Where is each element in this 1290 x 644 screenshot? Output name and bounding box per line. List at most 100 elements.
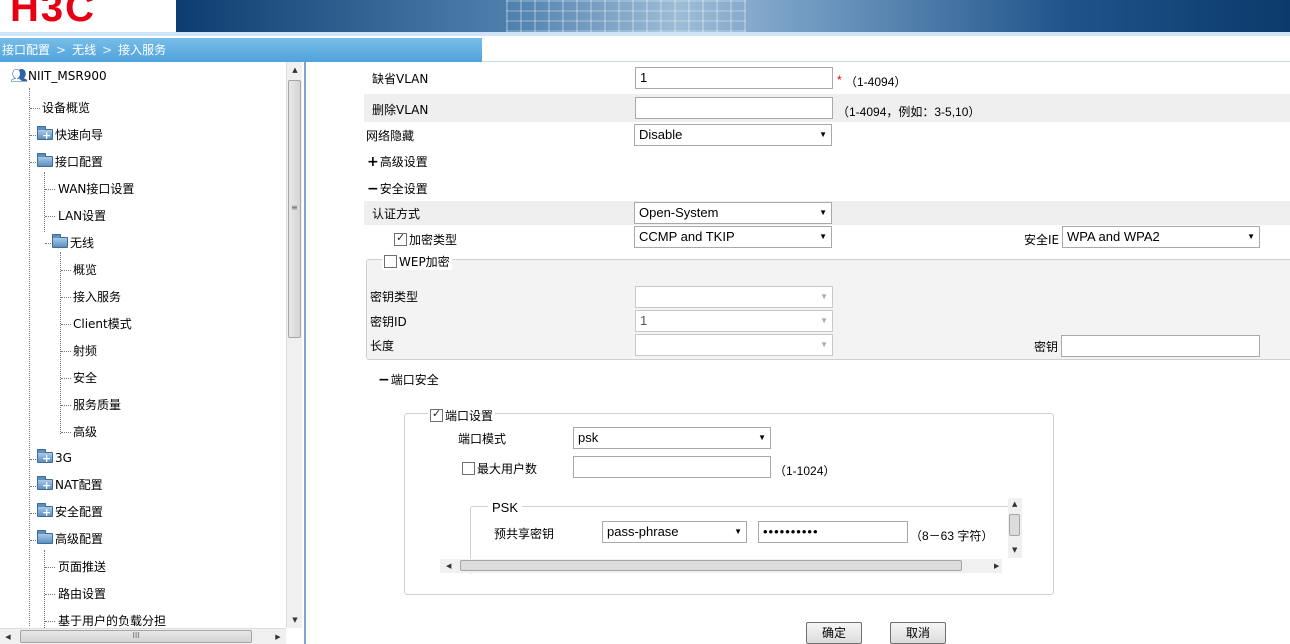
chevron-down-icon: ▼	[819, 208, 827, 217]
tree-item-access-service[interactable]: 接入服务	[73, 287, 121, 307]
scroll-up-icon[interactable]: ▲	[1012, 500, 1017, 508]
breadcrumb-item-interface[interactable]: 接口配置	[2, 43, 50, 57]
tree-item-label: WAN接口设置	[58, 182, 135, 196]
tree-item-label: 射频	[73, 344, 98, 358]
scroll-thumb[interactable]	[460, 560, 962, 571]
tree-item-radio[interactable]: 射频	[73, 341, 97, 361]
ok-button[interactable]: 确定	[806, 622, 862, 644]
psk-format-value: pass-phrase	[607, 524, 679, 539]
required-mark: *	[837, 73, 842, 87]
tree-item-security[interactable]: 安全	[73, 368, 97, 388]
scroll-left-icon[interactable]: ◀	[0, 629, 16, 644]
security-settings-toggle[interactable]: −安全设置	[367, 180, 428, 197]
row-delete-vlan: 删除VLAN （1-4094，例如：3-5,10）	[364, 94, 1290, 122]
tree-item-label: 接口配置	[55, 155, 104, 169]
breadcrumb-separator: >	[102, 43, 113, 57]
psk-format-select[interactable]: pass-phrase ▼	[602, 521, 747, 543]
auth-method-select[interactable]: Open-System ▼	[634, 202, 832, 224]
tree-connector	[30, 108, 40, 109]
tree-item-advanced[interactable]: 高级	[73, 422, 97, 442]
folder-icon	[37, 476, 53, 496]
tree-item-page-push[interactable]: 页面推送	[58, 557, 106, 577]
scroll-thumb[interactable]: ≡	[288, 80, 301, 338]
max-users-label: 最大用户数	[477, 462, 538, 476]
tree-item-wireless[interactable]: 无线	[52, 233, 94, 253]
tree-item-routing[interactable]: 路由设置	[58, 584, 106, 604]
key-id-value: 1	[640, 313, 648, 328]
tree-item-interface-config[interactable]: 接口配置	[37, 152, 103, 172]
tree-item-qos[interactable]: 服务质量	[73, 395, 121, 415]
cipher-type-checkbox[interactable]: 加密类型	[394, 231, 457, 248]
port-settings-label: 端口设置	[445, 409, 494, 423]
delete-vlan-label: 删除VLAN	[372, 103, 429, 117]
tree-connector	[45, 621, 55, 622]
scroll-right-icon[interactable]: ▶	[270, 629, 286, 644]
network-hide-value: Disable	[639, 127, 683, 142]
users-icon: 👥︎	[10, 68, 28, 84]
tree-item-label: LAN设置	[58, 209, 107, 223]
psk-horizontal-scrollbar[interactable]: ◀ ▶	[440, 559, 1002, 573]
tree-item-wan[interactable]: WAN接口设置	[58, 179, 134, 199]
scroll-left-icon[interactable]: ◀	[446, 562, 451, 570]
max-users-checkbox[interactable]: 最大用户数	[462, 460, 537, 477]
banner-glyph: ˊ	[406, 0, 413, 12]
tree-root[interactable]: 👥︎NIIT_MSR900	[10, 66, 107, 86]
tree-item-overview[interactable]: 概览	[73, 260, 97, 280]
expand-icon: +	[367, 154, 379, 170]
delete-vlan-input[interactable]	[635, 97, 833, 119]
port-mode-select[interactable]: psk ▼	[573, 427, 771, 449]
psk-vertical-scrollbar[interactable]: ▲ ▼	[1008, 498, 1022, 558]
header-banner: H3C ˊ	[0, 0, 1290, 36]
scroll-down-icon[interactable]: ▼	[1012, 546, 1017, 554]
tree-item-lan[interactable]: LAN设置	[58, 206, 106, 226]
tree-connector	[30, 513, 36, 514]
max-users-hint: （1-1024）	[774, 464, 836, 478]
psk-password-input[interactable]: ••••••••••	[758, 521, 908, 543]
scroll-right-icon[interactable]: ▶	[994, 562, 999, 570]
breadcrumb-item-access-service: 接入服务	[118, 43, 167, 57]
breadcrumb-item-wireless[interactable]: 无线	[72, 43, 96, 57]
psk-legend: PSK	[488, 500, 523, 515]
tree-vertical-scrollbar[interactable]: ▲ ≡ ▼	[286, 62, 302, 628]
checkbox-checked-icon	[430, 407, 443, 422]
default-vlan-input[interactable]: 1	[635, 67, 833, 89]
cancel-button[interactable]: 取消	[890, 622, 946, 644]
tree-item-label: 基于用户的负载分担	[58, 614, 167, 628]
tree-item-advanced-config[interactable]: 高级配置	[37, 529, 103, 549]
tree-item-nat[interactable]: NAT配置	[37, 475, 103, 496]
tree-connector	[44, 172, 45, 232]
breadcrumb-bar: 接口配置 > 无线 > 接入服务	[0, 38, 1290, 62]
tree-item-device-overview[interactable]: 设备概览	[42, 98, 90, 118]
port-settings-checkbox[interactable]: 端口设置	[428, 407, 496, 424]
scroll-down-icon[interactable]: ▼	[287, 612, 303, 628]
scroll-thumb[interactable]	[1009, 514, 1020, 536]
key-length-select[interactable]: ▼	[635, 334, 833, 356]
port-security-toggle[interactable]: −端口安全	[378, 371, 439, 388]
cipher-type-select[interactable]: CCMP and TKIP ▼	[634, 226, 832, 248]
chevron-down-icon: ▼	[820, 292, 828, 301]
checkbox-unchecked-icon	[462, 462, 475, 475]
tree-connector	[61, 297, 71, 298]
scroll-up-icon[interactable]: ▲	[287, 62, 303, 78]
tree-item-client-mode[interactable]: Client模式	[73, 314, 132, 334]
tree-item-label: 路由设置	[58, 587, 107, 601]
collapse-icon: −	[378, 372, 390, 388]
tree-item-quick-wizard[interactable]: 快速向导	[37, 125, 103, 146]
tree-horizontal-scrollbar[interactable]: ◀ III ▶	[0, 628, 286, 644]
advanced-settings-toggle[interactable]: +高级设置	[367, 153, 428, 170]
tree-item-security-config[interactable]: 安全配置	[37, 502, 103, 523]
tree-connector	[61, 405, 71, 406]
tree-connector	[61, 270, 71, 271]
tree-connector	[45, 567, 55, 568]
wep-checkbox[interactable]: WEP加密	[382, 253, 452, 270]
tree-item-3g[interactable]: 3G	[37, 448, 72, 469]
folder-open-icon	[37, 153, 53, 167]
key-input[interactable]	[1061, 335, 1260, 357]
key-id-select[interactable]: 1 ▼	[635, 310, 833, 332]
scroll-thumb[interactable]: III	[20, 630, 252, 643]
max-users-input[interactable]	[573, 456, 771, 478]
security-ie-select[interactable]: WPA and WPA2 ▼	[1062, 226, 1260, 248]
network-hide-select[interactable]: Disable ▼	[634, 124, 832, 146]
key-type-select[interactable]: ▼	[635, 286, 833, 308]
chevron-down-icon: ▼	[819, 232, 827, 241]
